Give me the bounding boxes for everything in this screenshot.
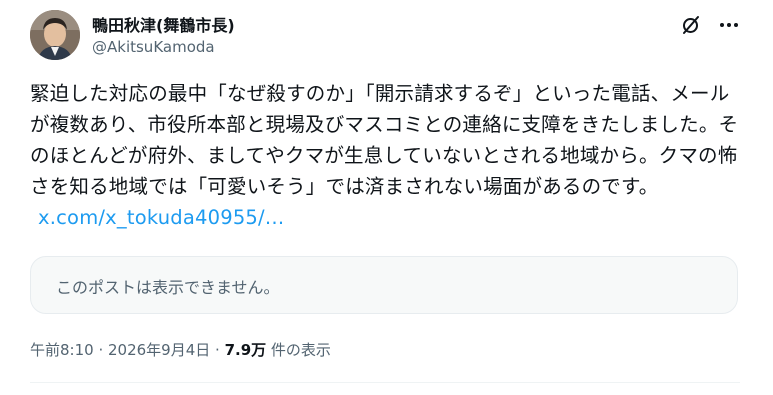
more-horizontal-icon[interactable] [717,13,741,37]
tweet: 鴨田秋津(舞鶴市長) @AkitsuKamoda 緊迫した対応の最中「なぜ殺すの… [0,0,773,395]
views-label: 件の表示 [266,341,331,359]
unavailable-message: このポストは表示できません。 [56,278,280,297]
user-handle[interactable]: @AkitsuKamoda [92,38,215,56]
display-name[interactable]: 鴨田秋津(舞鶴市長) [92,12,235,36]
post-time[interactable]: 午前8:10 [30,341,94,359]
post-link[interactable]: x.com/x_tokuda40955/… [38,206,285,229]
meta-separator: · [93,341,108,359]
views-count[interactable]: 7.9万 [225,341,267,359]
divider [30,382,740,383]
post-text: 緊迫した対応の最中「なぜ殺すのか」「開示請求するぞ」といった電話、メールが複数あ… [30,78,745,233]
avatar[interactable] [30,10,80,60]
meta-separator: · [210,341,225,359]
post-body: 緊迫した対応の最中「なぜ殺すのか」「開示請求するぞ」といった電話、メールが複数あ… [30,82,739,198]
grok-slash-icon[interactable] [679,13,703,37]
post-meta: 午前8:10 · 2026年9月4日 · 7.9万 件の表示 [30,339,331,360]
post-date[interactable]: 2026年9月4日 [108,341,210,359]
quoted-post-unavailable: このポストは表示できません。 [30,256,738,314]
